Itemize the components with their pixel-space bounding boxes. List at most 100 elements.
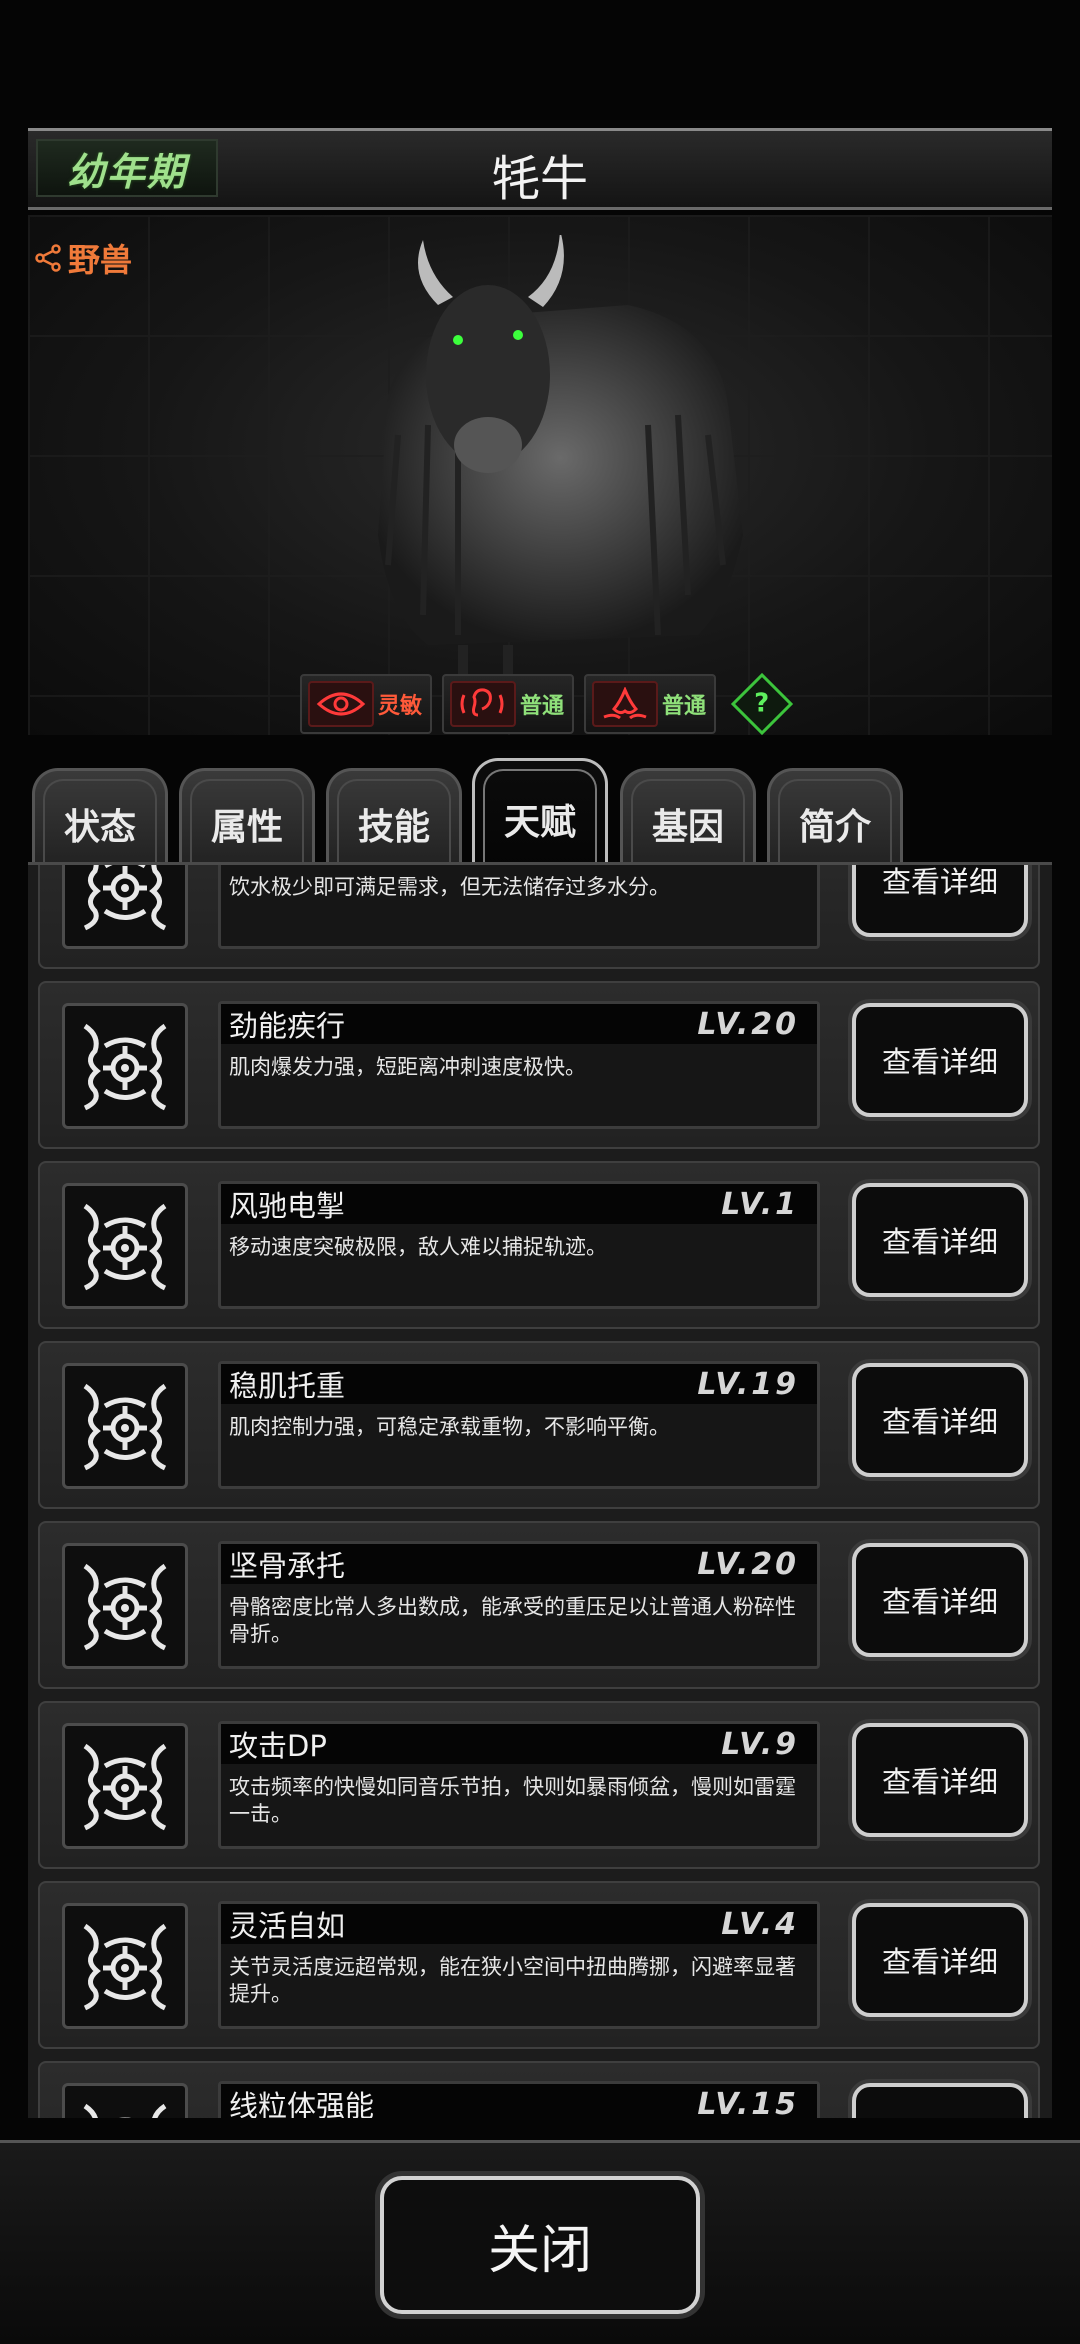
- talent-header: 线粒体强能 LV.15: [221, 2084, 817, 2118]
- header-bar: 幼年期 牦牛: [28, 128, 1052, 210]
- tab-intro[interactable]: 简介: [767, 768, 903, 866]
- talent-level: LV.4: [721, 1906, 799, 1942]
- talent-icon: [62, 1003, 188, 1129]
- view-detail-button[interactable]: 查看详细: [852, 1543, 1028, 1657]
- yak-portrait: [378, 235, 743, 685]
- talent-name: 风驰电掣: [229, 1189, 346, 1223]
- talent-header: 风驰电掣 LV.1: [221, 1184, 817, 1224]
- tab-skills-label: 技能: [357, 806, 430, 848]
- view-detail-button[interactable]: 查看详细: [852, 1183, 1028, 1297]
- talent-emblem-icon: [83, 1563, 167, 1651]
- talent-name: 劲能疾行: [229, 1009, 346, 1043]
- talent-info: 饮水极少即可满足需求，但无法储存过多水分。: [218, 862, 820, 949]
- talent-header: 稳肌托重 LV.19: [221, 1364, 817, 1404]
- view-detail-button[interactable]: 查看详细: [852, 1363, 1028, 1477]
- talent-description: 肌肉爆发力强，短距离冲刺速度极快。: [229, 1055, 586, 1079]
- share-icon: [35, 244, 61, 272]
- talent-level: LV.15: [697, 2086, 799, 2119]
- talent-emblem-icon: [83, 1923, 167, 2011]
- talent-row: 劲能疾行 LV.20 肌肉爆发力强，短距离冲刺速度极快。 查看详细: [38, 981, 1040, 1149]
- sense-hearing-label: 普通: [520, 694, 565, 719]
- talent-header: [221, 862, 817, 864]
- help-symbol: ?: [754, 689, 770, 719]
- talent-header: 坚骨承托 LV.20: [221, 1544, 817, 1584]
- talent-row: 线粒体强能 LV.15 查看详细: [38, 2061, 1040, 2118]
- talent-icon: [62, 865, 188, 949]
- talent-row: 坚骨承托 LV.20 骨骼密度比常人多出数成，能承受的重压足以让普通人粉碎性骨折…: [38, 1521, 1040, 1689]
- view-detail-button[interactable]: 查看详细: [852, 1003, 1028, 1117]
- eye-icon: [308, 681, 374, 727]
- tab-status[interactable]: 状态: [32, 768, 168, 866]
- tab-talents[interactable]: 天赋: [472, 758, 608, 866]
- tab-genes-label: 基因: [651, 806, 724, 848]
- talent-row: 稳肌托重 LV.19 肌肉控制力强，可稳定承载重物，不影响平衡。 查看详细: [38, 1341, 1040, 1509]
- talent-info: 劲能疾行 LV.20 肌肉爆发力强，短距离冲刺速度极快。: [218, 1001, 820, 1129]
- talent-row: 风驰电掣 LV.1 移动速度突破极限，敌人难以捕捉轨迹。 查看详细: [38, 1161, 1040, 1329]
- talent-icon: [62, 1903, 188, 2029]
- talent-icon: [62, 1363, 188, 1489]
- talent-emblem-icon: [83, 1743, 167, 1831]
- talent-row: 攻击DP LV.9 攻击频率的快慢如同音乐节拍，快则如暴雨倾盆，慢则如雷霆一击。…: [38, 1701, 1040, 1869]
- talent-description: 肌肉控制力强，可稳定承载重物，不影响平衡。: [229, 1415, 670, 1439]
- tab-intro-label: 简介: [798, 806, 871, 848]
- talent-emblem-icon: [83, 865, 167, 931]
- talent-info: 线粒体强能 LV.15: [218, 2081, 820, 2118]
- creature-type-tag[interactable]: 野兽: [34, 235, 132, 281]
- talent-description: 骨骼密度比常人多出数成，能承受的重压足以让普通人粉碎性骨折。: [229, 1595, 796, 1646]
- talent-header: 灵活自如 LV.4: [221, 1904, 817, 1944]
- help-icon[interactable]: ?: [730, 672, 794, 736]
- talent-list[interactable]: 饮水极少即可满足需求，但无法储存过多水分。 查看详细 劲能疾行 LV.20 肌肉…: [28, 862, 1052, 2118]
- talent-name: 稳肌托重: [229, 1369, 346, 1403]
- talent-name: 坚骨承托: [229, 1549, 346, 1583]
- talent-info: 风驰电掣 LV.1 移动速度突破极限，敌人难以捕捉轨迹。: [218, 1181, 820, 1309]
- talent-header: 攻击DP LV.9: [221, 1724, 817, 1764]
- view-detail-button[interactable]: 查看详细: [852, 1723, 1028, 1837]
- talent-level: LV.20: [697, 1546, 799, 1582]
- page-title: 牦牛: [491, 151, 588, 207]
- tab-status-label: 状态: [63, 806, 136, 848]
- talent-icon: [62, 1543, 188, 1669]
- view-detail-button[interactable]: 查看详细: [852, 865, 1028, 937]
- ear-icon: [450, 681, 516, 727]
- senses-row: 灵敏 普通 普通 ?: [300, 672, 794, 736]
- sense-sight[interactable]: 灵敏: [300, 674, 432, 734]
- sense-sight-label: 灵敏: [378, 694, 423, 719]
- nose-icon: [592, 681, 658, 727]
- tab-talents-label: 天赋: [503, 801, 576, 843]
- sense-smell-label: 普通: [662, 694, 707, 719]
- talent-icon: [62, 2083, 188, 2118]
- talent-level: LV.9: [721, 1726, 799, 1762]
- talent-emblem-icon: [83, 1383, 167, 1471]
- close-button[interactable]: 关闭: [380, 2176, 700, 2314]
- tab-attributes[interactable]: 属性: [179, 768, 315, 866]
- talent-icon: [62, 1723, 188, 1849]
- talent-header: 劲能疾行 LV.20: [221, 1004, 817, 1044]
- talent-description: 移动速度突破极限，敌人难以捕捉轨迹。: [229, 1235, 607, 1259]
- tab-attributes-label: 属性: [210, 806, 283, 848]
- talent-level: LV.1: [721, 1186, 799, 1222]
- talent-level: LV.19: [697, 1366, 799, 1402]
- talent-description: 饮水极少即可满足需求，但无法储存过多水分。: [229, 875, 670, 899]
- talent-info: 稳肌托重 LV.19 肌肉控制力强，可稳定承载重物，不影响平衡。: [218, 1361, 820, 1489]
- talent-level: LV.20: [697, 1006, 799, 1042]
- sense-smell[interactable]: 普通: [584, 674, 716, 734]
- view-detail-button[interactable]: 查看详细: [852, 1903, 1028, 2017]
- sense-hearing[interactable]: 普通: [442, 674, 574, 734]
- talent-name: 灵活自如: [229, 1909, 346, 1943]
- talent-emblem-icon: [83, 1023, 167, 1111]
- talent-info: 灵活自如 LV.4 关节灵活度远超常规，能在狭小空间中扭曲腾挪，闪避率显著提升。: [218, 1901, 820, 2029]
- talent-emblem-icon: [83, 2103, 167, 2118]
- talent-name: 线粒体强能: [229, 2089, 375, 2118]
- talent-emblem-icon: [83, 1203, 167, 1291]
- creature-panel: 野兽: [28, 215, 1052, 735]
- talent-info: 攻击DP LV.9 攻击频率的快慢如同音乐节拍，快则如暴雨倾盆，慢则如雷霆一击。: [218, 1721, 820, 1849]
- talent-description: 关节灵活度远超常规，能在狭小空间中扭曲腾挪，闪避率显著提升。: [229, 1955, 796, 2006]
- view-detail-button[interactable]: 查看详细: [852, 2083, 1028, 2118]
- tab-skills[interactable]: 技能: [326, 768, 462, 866]
- talent-name: 攻击DP: [229, 1729, 327, 1763]
- talent-row: 饮水极少即可满足需求，但无法储存过多水分。 查看详细: [38, 862, 1040, 969]
- talent-info: 坚骨承托 LV.20 骨骼密度比常人多出数成，能承受的重压足以让普通人粉碎性骨折…: [218, 1541, 820, 1669]
- talent-icon: [62, 1183, 188, 1309]
- tab-genes[interactable]: 基因: [620, 768, 756, 866]
- tab-bar: 状态 属性 技能 天赋 基因 简介: [28, 758, 1052, 866]
